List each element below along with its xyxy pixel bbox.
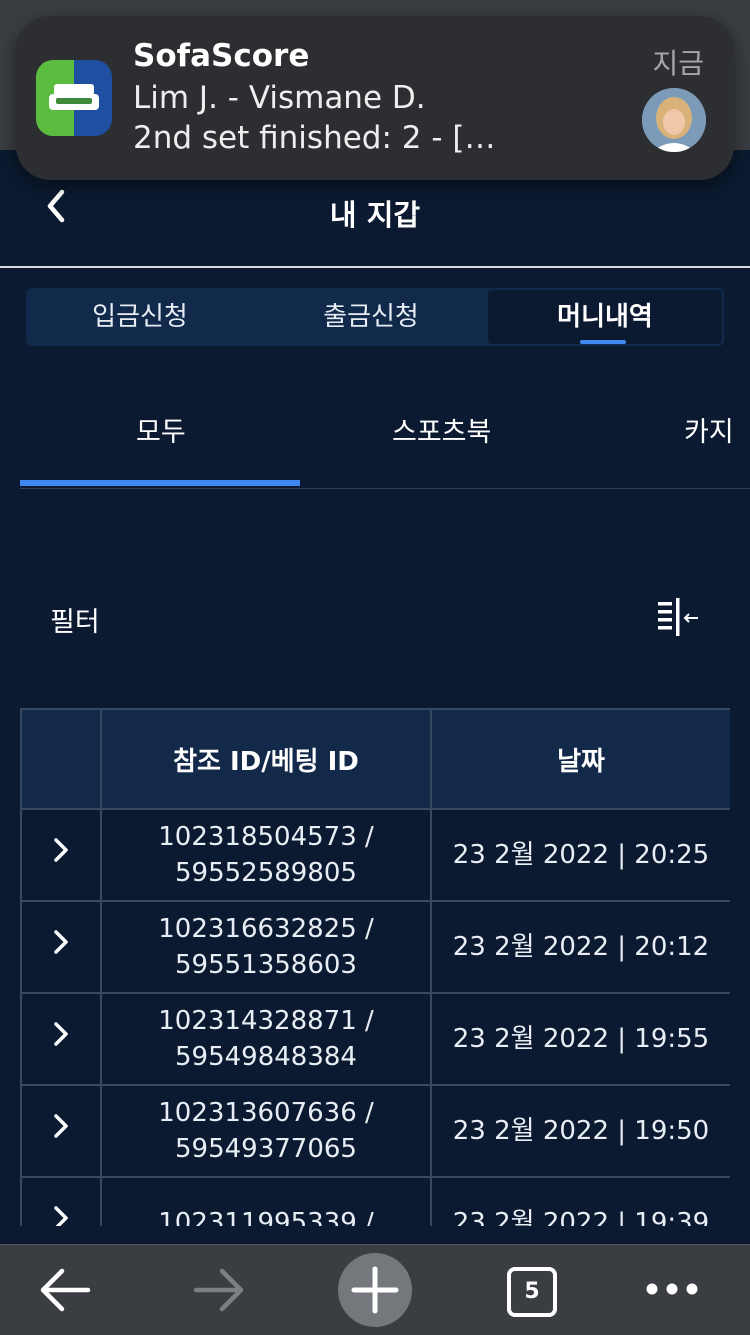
date-cell: 23 2월 2022 | 19:50 <box>430 1084 730 1178</box>
new-tab-plus-icon[interactable] <box>338 1253 412 1327</box>
money-history-table: 참조 ID/베팅 ID 날짜 102318504573 / 5955258980… <box>20 708 730 1226</box>
table-header-row: 참조 ID/베팅 ID 날짜 <box>20 708 730 810</box>
table-row[interactable]: 102318504573 / 59552589805 23 2월 2022 | … <box>20 808 730 902</box>
segment-money-history[interactable]: 머니내역 <box>488 290 722 344</box>
date-column-header: 날짜 <box>430 708 730 810</box>
date-cell: 23 2월 2022 | 20:25 <box>430 808 730 902</box>
ref-id-column-header: 참조 ID/베팅 ID <box>100 708 432 810</box>
ref-id-cell: 102316632825 / 59551358603 <box>100 900 432 994</box>
bet-id: 59552589805 <box>175 858 357 888</box>
expand-row-chevron-icon[interactable] <box>20 992 102 1086</box>
reference-id: 102316632825 / <box>158 914 374 944</box>
wallet-segment-control: 입금신청 출금신청 머니내역 <box>26 288 724 346</box>
notification-avatar <box>642 88 706 152</box>
table-row[interactable]: 102311995339 / 23 2월 2022 | 19:39 <box>20 1176 730 1226</box>
expand-row-chevron-icon[interactable] <box>20 808 102 902</box>
ref-id-cell: 102313607636 / 59549377065 <box>100 1084 432 1178</box>
table-row[interactable]: 102314328871 / 59549848384 23 2월 2022 | … <box>20 992 730 1086</box>
category-tabs: 모두 스포츠북 카지 <box>20 390 750 489</box>
bet-id: 59549377065 <box>175 1134 357 1164</box>
date-cell: 23 2월 2022 | 20:12 <box>430 900 730 994</box>
filter-collapse-icon[interactable] <box>656 598 702 638</box>
tab-all[interactable]: 모두 <box>136 410 186 449</box>
tab-active-indicator <box>20 480 300 486</box>
reference-id: 102318504573 / <box>158 822 374 852</box>
filter-label[interactable]: 필터 <box>50 600 100 639</box>
tab-count-icon[interactable]: 5 <box>507 1267 557 1317</box>
expand-row-chevron-icon[interactable] <box>20 1176 102 1226</box>
date-cell: 23 2월 2022 | 19:55 <box>430 992 730 1086</box>
tab-casino[interactable]: 카지 <box>684 410 734 449</box>
expand-column-header <box>20 708 102 810</box>
browser-forward-arrow-icon[interactable] <box>192 1267 246 1317</box>
reference-id: 102311995339 / <box>158 1208 374 1226</box>
browser-back-arrow-icon[interactable] <box>38 1267 92 1317</box>
bet-id: 59551358603 <box>175 950 357 980</box>
reference-id: 102313607636 / <box>158 1098 374 1128</box>
ref-id-cell: 102311995339 / <box>100 1176 432 1226</box>
segment-deposit[interactable]: 입금신청 <box>26 288 254 346</box>
segment-active-indicator <box>580 340 626 344</box>
notification-body: 2nd set finished: 2 - [6] Visma... <box>133 120 505 156</box>
bet-id: 59549848384 <box>175 1042 357 1072</box>
sofascore-app-icon <box>36 60 112 136</box>
notification-time: 지금 <box>652 47 704 80</box>
notification-title: Lim J. - Vismane D. <box>133 80 426 116</box>
expand-row-chevron-icon[interactable] <box>20 900 102 994</box>
more-options-icon[interactable] <box>644 1277 700 1305</box>
reference-id: 102314328871 / <box>158 1006 374 1036</box>
table-row[interactable]: 102316632825 / 59551358603 23 2월 2022 | … <box>20 900 730 994</box>
page-title: 내 지갑 <box>329 198 421 232</box>
segment-withdraw[interactable]: 출금신청 <box>254 288 488 346</box>
date-cell: 23 2월 2022 | 19:39 <box>430 1176 730 1226</box>
tab-sportsbook[interactable]: 스포츠북 <box>392 410 491 449</box>
ref-id-cell: 102318504573 / 59552589805 <box>100 808 432 902</box>
browser-toolbar: 5 <box>0 1244 750 1335</box>
ref-id-cell: 102314328871 / 59549848384 <box>100 992 432 1086</box>
expand-row-chevron-icon[interactable] <box>20 1084 102 1178</box>
notification-app-name: SofaScore <box>133 38 310 74</box>
table-row[interactable]: 102313607636 / 59549377065 23 2월 2022 | … <box>20 1084 730 1178</box>
notification-banner[interactable]: SofaScore Lim J. - Vismane D. 2nd set fi… <box>16 16 734 180</box>
